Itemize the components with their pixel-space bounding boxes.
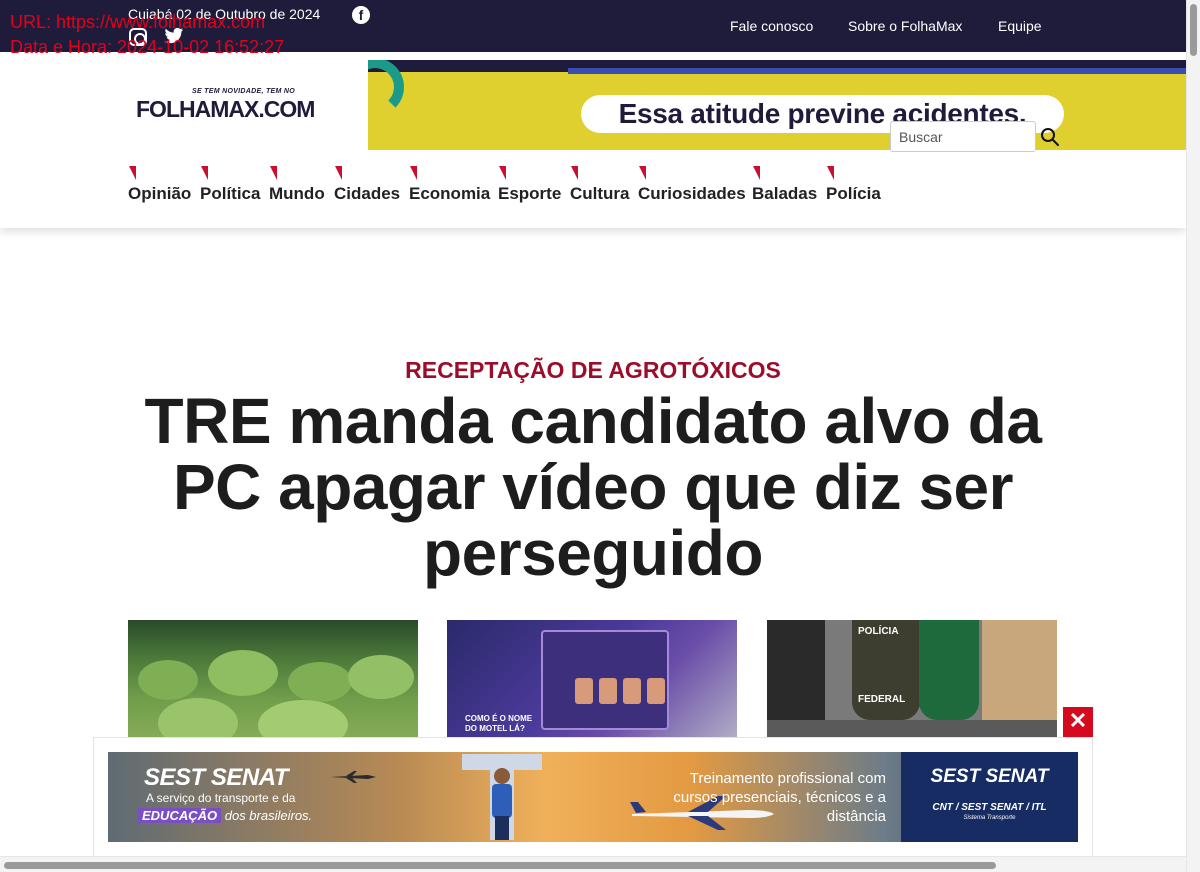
nav-flag-icon: [571, 166, 578, 180]
close-ad-button[interactable]: ✕: [1063, 707, 1093, 737]
motel-caption: COMO É O NOME DO MOTEL LÁ?: [465, 714, 533, 733]
about-link[interactable]: Sobre o FolhaMax: [848, 18, 962, 34]
ad-right-sub: CNT / SEST SENAT / ITL: [932, 802, 1047, 813]
article-headline[interactable]: TRE manda candidato alvo da PC apagar ví…: [143, 388, 1043, 586]
team-link[interactable]: Equipe: [998, 18, 1042, 34]
thumbnail-motel[interactable]: COMO É O NOME DO MOTEL LÁ?: [447, 620, 737, 750]
ad-right-sub2: Sistema Transporte: [963, 815, 1016, 821]
horizontal-scrollbar[interactable]: [0, 856, 1186, 872]
horizontal-scroll-thumb[interactable]: [4, 862, 996, 869]
face-blur: [575, 678, 593, 704]
nav-flag-icon: [499, 166, 506, 180]
datetime-overlay: Data e Hora: 2024-10-02 16:52:27: [10, 37, 285, 57]
url-overlay: URL: https://www.folhamax.com: [10, 12, 266, 32]
leaf-shape: [208, 650, 278, 696]
person-photo-icon: [462, 754, 542, 840]
ad-brand: SEST SENAT: [144, 764, 288, 791]
nav-flag-icon: [639, 166, 646, 180]
nav-flag-icon: [753, 166, 760, 180]
nav-flag-icon: [827, 166, 834, 180]
nav-item-cultura[interactable]: Cultura: [570, 166, 630, 204]
leaf-shape: [288, 662, 352, 702]
ad-copy: Treinamento profissional com cursos pres…: [673, 770, 886, 825]
search-input[interactable]: [890, 121, 1036, 152]
ad-tagline-education: EDUCAÇÃO dos brasileiros.: [138, 808, 312, 823]
thumbnail-police[interactable]: POLÍCIA FEDERAL: [767, 620, 1057, 750]
leaf-shape: [348, 655, 414, 699]
nav-item-policia[interactable]: Polícia: [826, 166, 881, 204]
army-badge: [919, 620, 979, 720]
face-blur: [599, 678, 617, 704]
nav-item-mundo[interactable]: Mundo: [269, 166, 325, 204]
logo-tagline: SE TEM NOVIDADE, TEM NO: [192, 88, 295, 95]
nav-item-politica[interactable]: Política: [200, 166, 260, 204]
top-ad-banner[interactable]: Essa atitude previne acidentes.: [368, 60, 1186, 150]
nav-item-cidades[interactable]: Cidades: [334, 166, 400, 204]
leaf-shape: [138, 660, 198, 700]
banner-stripe-blue: [568, 68, 1186, 74]
nav-item-esporte[interactable]: Esporte: [498, 166, 561, 204]
plane-icon: [330, 771, 376, 783]
bottom-ad-banner[interactable]: SEST SENAT A serviço do transporte e da …: [108, 752, 1078, 842]
nav-flag-icon: [270, 166, 277, 180]
ad-right-brand: SEST SENAT: [930, 766, 1049, 787]
article-kicker: RECEPTAÇÃO DE AGROTÓXICOS: [405, 357, 781, 383]
thumbnail-plants[interactable]: [128, 620, 418, 750]
vertical-scrollbar[interactable]: [1186, 0, 1200, 872]
logo-wordmark: FOLHAMAX.COM: [136, 96, 315, 122]
vertical-scroll-thumb[interactable]: [1190, 4, 1197, 56]
contact-link[interactable]: Fale conosco: [730, 18, 813, 34]
police-badge: POLÍCIA FEDERAL: [852, 620, 920, 720]
nav-item-opiniao[interactable]: Opinião: [128, 166, 191, 204]
nav-flag-icon: [335, 166, 342, 180]
face-blur: [647, 678, 665, 704]
nav-flag-icon: [201, 166, 208, 180]
nav-item-baladas[interactable]: Baladas: [752, 166, 817, 204]
ad-tagline: A serviço do transporte e da: [146, 791, 296, 805]
face-blur: [623, 678, 641, 704]
nav-flag-icon: [410, 166, 417, 180]
search-icon[interactable]: [1040, 127, 1060, 147]
nav-item-curiosidades[interactable]: Curiosidades: [638, 166, 746, 204]
nav-flag-icon: [129, 166, 136, 180]
page: URL: https://www.folhamax.com Data e Hor…: [0, 0, 1200, 872]
nav-item-economia[interactable]: Economia: [409, 166, 490, 204]
site-logo[interactable]: SE TEM NOVIDADE, TEM NO FOLHAMAX.COM: [136, 88, 326, 128]
ad-brand-panel: SEST SENAT CNT / SEST SENAT / ITL Sistem…: [901, 752, 1078, 842]
facebook-icon[interactable]: f: [352, 6, 370, 24]
